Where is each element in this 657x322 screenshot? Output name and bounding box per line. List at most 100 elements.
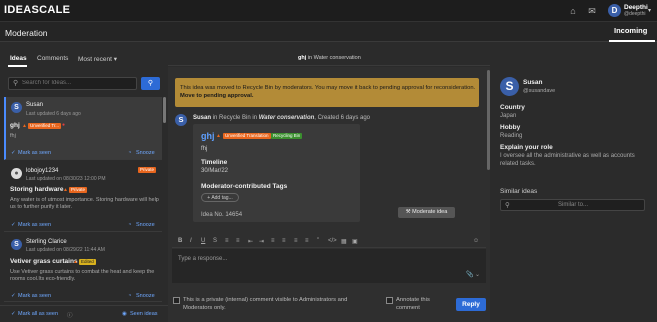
notice-text: This idea was moved to Recycle Bin by mo… — [180, 84, 476, 100]
align-justify-icon[interactable]: ≡ — [305, 238, 309, 244]
timeline-label: Timeline — [201, 159, 228, 166]
tags-label: Moderator-contributed Tags — [201, 183, 288, 190]
card-author: lobojoy1234 — [26, 168, 59, 174]
avatar: S — [11, 102, 22, 113]
role-label: Explain your role — [500, 144, 553, 151]
unverified-badge: Unverified Translation — [223, 133, 271, 139]
avatar[interactable]: D — [608, 4, 621, 17]
private-comment-checkbox[interactable] — [173, 297, 180, 304]
comment-time: , Created 6 days ago — [314, 115, 370, 121]
role-value: I oversee all the administrative as well… — [500, 153, 635, 167]
moderate-idea-button[interactable]: ⚒ Moderate idea — [398, 207, 455, 218]
author-name[interactable]: Susan — [523, 79, 543, 86]
quote-icon[interactable]: ” — [317, 238, 319, 244]
reply-button[interactable]: Reply — [456, 298, 486, 311]
fire-icon: ▲ — [63, 187, 68, 193]
reply-editor[interactable] — [172, 249, 486, 283]
snooze-link[interactable]: Snooze — [136, 293, 155, 299]
outdent-icon[interactable]: ⇤ — [248, 238, 253, 245]
avatar: S — [11, 239, 22, 250]
align-right-icon[interactable]: ≡ — [294, 238, 298, 244]
chevron-down-icon[interactable]: ⌄ — [475, 271, 480, 278]
card-title: ghj — [10, 122, 20, 129]
avatar: S — [175, 114, 187, 126]
table-icon[interactable]: ▦ — [341, 238, 347, 245]
comment-header: Susan in Recycle Bin in Water conservati… — [193, 115, 370, 121]
tab-incoming[interactable]: Incoming — [614, 26, 647, 35]
comment-location: in Recycle Bin in — [212, 115, 258, 121]
mark-as-seen-link[interactable]: Mark as seen — [18, 293, 51, 299]
hobby-value: Reading — [500, 133, 523, 139]
logo[interactable]: IDEASCALE — [4, 4, 70, 16]
tab-comments[interactable]: Comments — [37, 55, 68, 62]
avatar: S — [500, 77, 519, 96]
search-icon: ⚲ — [13, 80, 19, 87]
card-updated: Last updated on 08/29/22 11:44 AM — [26, 247, 105, 253]
reply-placeholder[interactable]: Type a response... — [178, 256, 227, 262]
private-comment-label: This is a private (internal) comment vis… — [183, 297, 348, 311]
private-badge: Private — [138, 167, 157, 173]
scrollbar[interactable] — [163, 97, 166, 123]
search-icon: ⚲ — [505, 202, 510, 209]
mark-as-seen-link[interactable]: Mark as seen — [18, 150, 51, 156]
move-to-pending-link[interactable]: Move to pending approval. — [180, 93, 253, 99]
idea-title[interactable]: ghj — [201, 131, 215, 141]
add-tag-button[interactable]: + Add tag... — [201, 193, 239, 202]
user-name[interactable]: Deepthi — [624, 4, 648, 11]
fire-icon: ▲ — [216, 133, 221, 139]
image-icon[interactable]: ▣ — [352, 238, 358, 245]
indent-icon[interactable]: ⇥ — [259, 238, 264, 245]
status-badge: Private — [69, 187, 88, 193]
annotate-checkbox[interactable] — [386, 297, 393, 304]
sub-header — [0, 22, 657, 42]
annotate-label: Annotate this comment — [396, 297, 430, 311]
sort-dropdown[interactable]: Most recent ▾ — [78, 55, 117, 63]
numbered-list-icon[interactable]: ≡ — [236, 238, 240, 244]
align-left-icon[interactable]: ≡ — [271, 238, 275, 244]
card-title: Storing hardware — [10, 186, 64, 193]
snooze-link[interactable]: Snooze — [136, 150, 155, 156]
strikethrough-icon[interactable]: S — [213, 238, 217, 244]
info-icon: ⓘ — [67, 313, 73, 319]
breadcrumb-campaign[interactable]: Water conservation — [314, 55, 361, 61]
snooze-link[interactable]: Snooze — [136, 222, 155, 228]
hobby-label: Hobby — [500, 124, 521, 131]
mark-as-seen-link[interactable]: Mark as seen — [18, 222, 51, 228]
comment-campaign[interactable]: Water conservation — [259, 115, 315, 121]
underline-icon[interactable]: U — [201, 238, 205, 244]
attachment-icon[interactable]: 📎 — [466, 271, 473, 278]
align-center-icon[interactable]: ≡ — [282, 238, 286, 244]
snooze-icon: ◔ — [128, 293, 132, 299]
country-label: Country — [500, 104, 525, 111]
seen-ideas-link[interactable]: Seen ideas — [130, 311, 158, 317]
timeline-value: 30/Mar/22 — [201, 168, 229, 174]
card-body: Use Vetiver grass curtains to combat the… — [10, 269, 155, 282]
breadcrumb-in: in — [307, 55, 313, 61]
home-icon[interactable]: ⌂ — [568, 6, 578, 16]
idea-body: fhj — [201, 146, 208, 152]
idea-number: Idea No. 14654 — [201, 212, 243, 218]
search-input[interactable] — [22, 80, 132, 86]
similar-search-input[interactable]: Similar to... — [558, 202, 588, 208]
code-icon[interactable]: </> — [328, 238, 337, 244]
bold-icon[interactable]: B — [178, 238, 182, 244]
commenter-name[interactable]: Susan — [193, 115, 211, 121]
tab-incoming-underline — [609, 40, 655, 42]
card-author: Sterling Clarice — [26, 239, 67, 245]
similar-ideas-label: Similar ideas — [500, 188, 538, 195]
breadcrumb-idea[interactable]: ghj — [298, 55, 306, 61]
mail-icon[interactable]: ✉ — [587, 6, 597, 16]
snooze-icon: ◔ — [128, 222, 132, 228]
tab-ideas-underline — [8, 65, 27, 67]
italic-icon[interactable]: I — [190, 238, 192, 244]
emoji-icon[interactable]: ☺ — [473, 238, 479, 244]
mark-all-seen-link[interactable]: Mark all as seen — [18, 311, 58, 317]
bullet-list-icon[interactable]: ≡ — [225, 238, 229, 244]
search-button[interactable]: ⚲ — [141, 77, 160, 90]
scrollbar[interactable] — [487, 70, 490, 170]
chevron-down-icon[interactable]: ▾ — [648, 7, 651, 14]
check-icon: ✓ — [11, 293, 16, 299]
card-body: fhj — [10, 133, 16, 139]
eye-icon: ◉ — [122, 311, 127, 317]
tab-ideas[interactable]: Ideas — [10, 55, 27, 62]
